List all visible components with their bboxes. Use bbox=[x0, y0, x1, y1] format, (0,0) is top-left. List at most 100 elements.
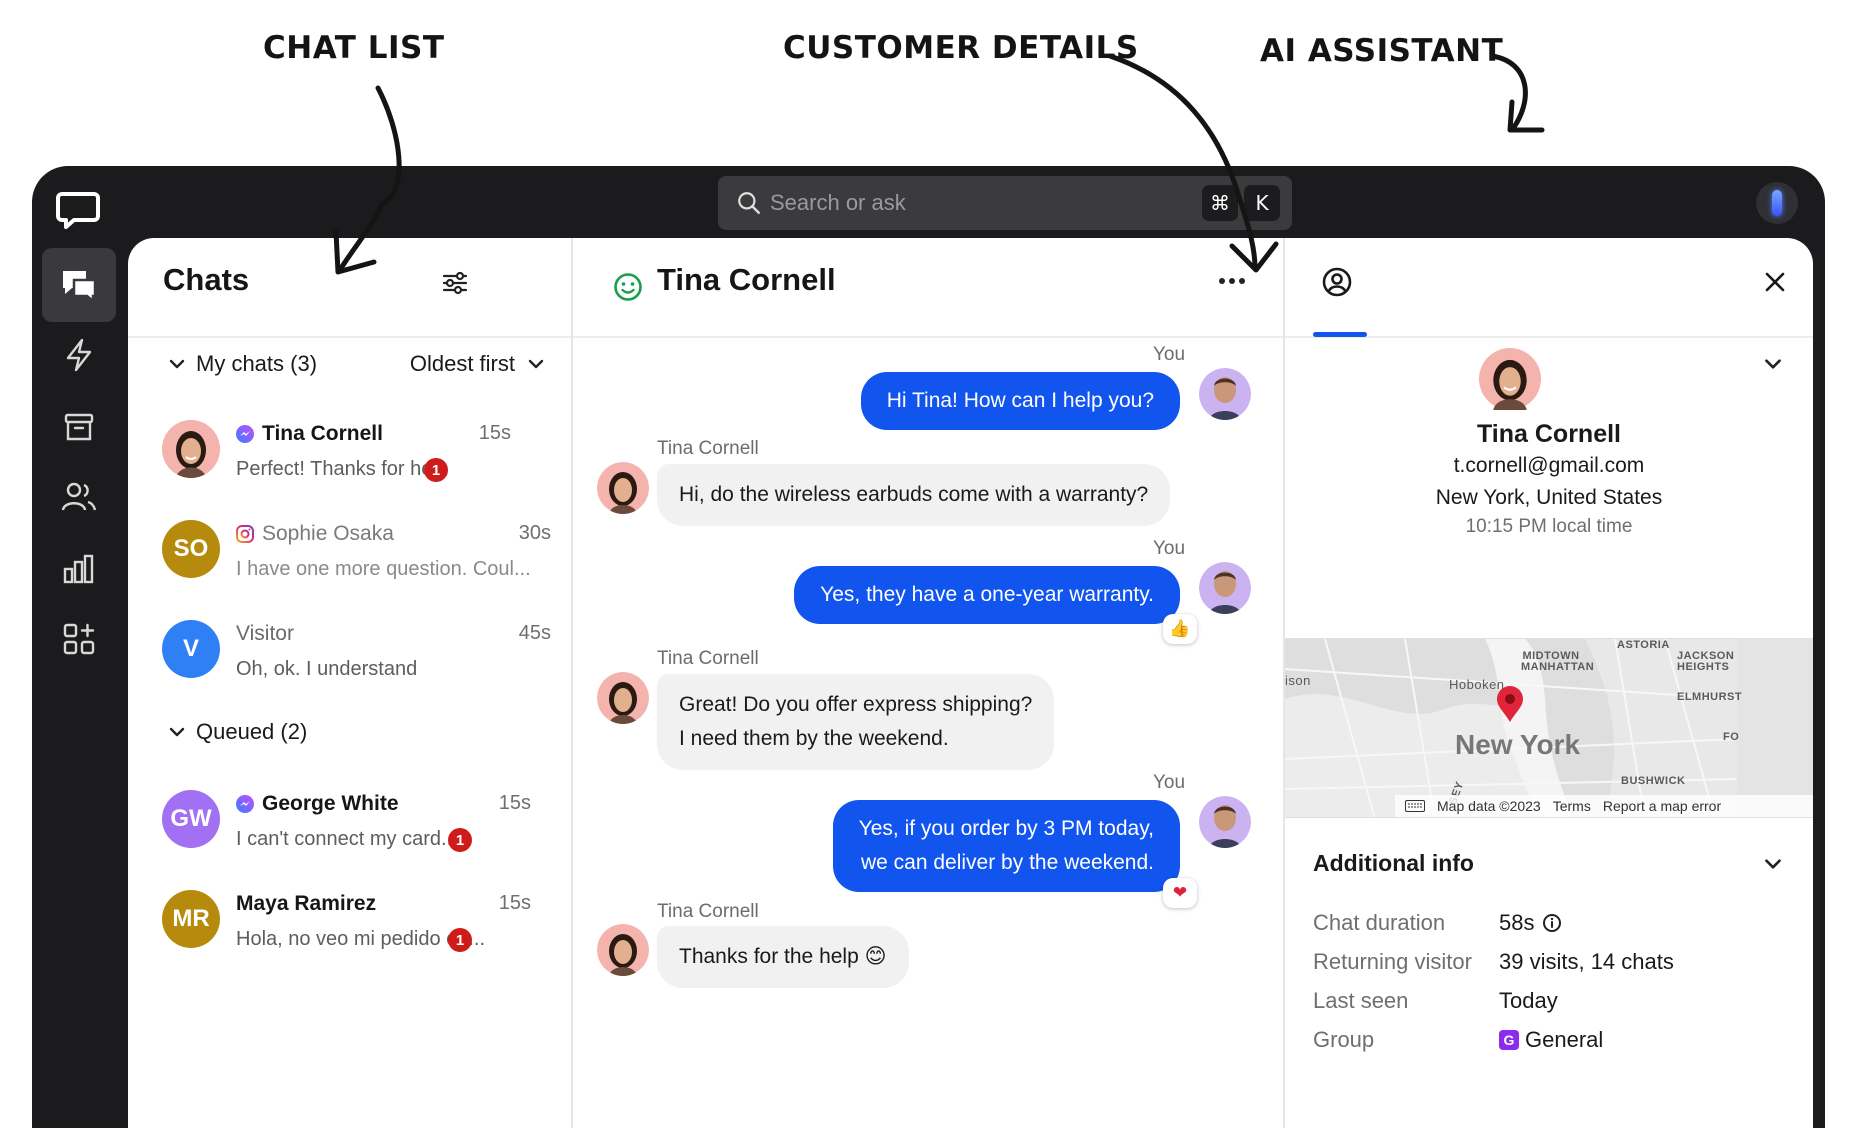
automations-bolt-icon bbox=[66, 338, 92, 372]
info-label: Last seen bbox=[1313, 988, 1409, 1013]
conversation-column: Tina Cornell You Hi Tina! How can I help… bbox=[573, 238, 1285, 1128]
info-row-last-seen: Last seen Today bbox=[1313, 988, 1783, 1022]
additional-info-title: Additional info bbox=[1313, 850, 1474, 876]
message-bubble-outgoing: Yes, if you order by 3 PM today, we can … bbox=[832, 800, 1180, 892]
sidebar-item-reports[interactable] bbox=[42, 532, 116, 606]
map-label: ison bbox=[1285, 673, 1311, 688]
info-value: 39 visits, 14 chats bbox=[1499, 949, 1674, 974]
map-city-label: New York bbox=[1455, 729, 1581, 760]
sidebar bbox=[32, 166, 128, 1128]
my-chats-label: My chats (3) bbox=[196, 351, 318, 376]
chat-item-name-text: George White bbox=[262, 792, 399, 815]
info-value: G General bbox=[1499, 1027, 1603, 1053]
map-pin-icon bbox=[1497, 686, 1523, 722]
close-icon[interactable] bbox=[1763, 270, 1787, 294]
customer-avatar bbox=[597, 672, 649, 724]
message-bubble-outgoing: Yes, they have a one-year warranty. bbox=[794, 566, 1180, 624]
smiley-status-icon bbox=[614, 273, 642, 301]
app-window: ⌘ K Chats bbox=[32, 166, 1825, 1128]
location-map[interactable]: ASTORIA MIDTOWN MANHATTAN JACKSON HEIGHT… bbox=[1285, 638, 1813, 818]
chat-item-name-text: Visitor bbox=[236, 622, 294, 645]
sidebar-item-apps[interactable] bbox=[42, 602, 116, 676]
customer-details-column: Tina Cornell t.cornell@gmail.com New Yor… bbox=[1285, 238, 1813, 1128]
woman-avatar-icon bbox=[162, 420, 220, 478]
chat-item-name: Tina Cornell bbox=[236, 422, 383, 446]
filter-sliders-icon[interactable] bbox=[440, 268, 470, 298]
message-author: Tina Cornell bbox=[657, 901, 759, 922]
sidebar-item-team[interactable] bbox=[42, 460, 116, 534]
customer-profile-tab-icon[interactable] bbox=[1321, 266, 1353, 298]
annotation-customer-details: CUSTOMER DETAILS bbox=[783, 30, 1139, 66]
search-icon bbox=[738, 192, 760, 214]
chevron-down-icon[interactable] bbox=[1761, 352, 1785, 376]
info-row-chat-duration: Chat duration 58s bbox=[1313, 910, 1783, 944]
search-input[interactable] bbox=[770, 190, 1196, 216]
map-report-link[interactable]: Report a map error bbox=[1603, 798, 1721, 814]
chat-list-item-sophie-osaka[interactable]: SO Sophie Osaka 30s I have one more ques… bbox=[162, 516, 551, 596]
sidebar-item-archive[interactable] bbox=[42, 390, 116, 464]
message-bubble-incoming: Hi, do the wireless earbuds come with a … bbox=[657, 464, 1171, 526]
logo-chat-icon[interactable] bbox=[56, 190, 100, 230]
chevron-down-icon[interactable] bbox=[1761, 852, 1785, 876]
chat-list-item-visitor[interactable]: V Visitor 45s Oh, ok. I understand bbox=[162, 616, 551, 696]
avatar: SO bbox=[162, 520, 220, 578]
chat-list-item-maya-ramirez[interactable]: MR Maya Ramirez 15s Hola, no veo mi pedi… bbox=[162, 886, 551, 966]
avatar: GW bbox=[162, 790, 220, 848]
sidebar-item-chats[interactable] bbox=[42, 248, 116, 322]
more-options-icon[interactable] bbox=[1217, 276, 1247, 286]
info-row-group: Group G General bbox=[1313, 1027, 1783, 1061]
avatar: MR bbox=[162, 890, 220, 948]
chat-item-name-text: Tina Cornell bbox=[262, 422, 383, 445]
info-row-returning-visitor: Returning visitor 39 visits, 14 chats bbox=[1313, 949, 1783, 983]
chats-icon bbox=[63, 271, 97, 302]
search-bar[interactable]: ⌘ K bbox=[718, 176, 1292, 230]
reaction-thumbs-up[interactable]: 👍 bbox=[1163, 614, 1197, 644]
info-value-text: General bbox=[1525, 1027, 1604, 1052]
my-chats-group-header[interactable]: My chats (3) Oldest first bbox=[166, 344, 547, 384]
main-panel: Chats My chats (3) Oldest first Tina Cor… bbox=[128, 238, 1813, 1128]
message-text: Hi Tina! How can I help you? bbox=[886, 389, 1154, 412]
customer-avatar bbox=[1479, 348, 1541, 410]
unread-badge: 1 bbox=[448, 828, 472, 852]
apps-icon bbox=[63, 623, 95, 655]
sidebar-item-automations[interactable] bbox=[42, 318, 116, 392]
map-label: ELMHURST bbox=[1677, 691, 1743, 703]
shortcut-key-cmd: ⌘ bbox=[1202, 185, 1238, 221]
group-letter-icon: G bbox=[1499, 1030, 1519, 1050]
agent-avatar bbox=[1199, 562, 1251, 614]
info-label: Chat duration bbox=[1313, 910, 1446, 935]
queued-group-header[interactable]: Queued (2) bbox=[166, 712, 547, 752]
info-icon[interactable] bbox=[1542, 913, 1562, 933]
reaction-heart[interactable]: ❤ bbox=[1163, 878, 1197, 908]
details-header bbox=[1285, 238, 1813, 338]
chat-list-column: Chats My chats (3) Oldest first Tina Cor… bbox=[128, 238, 573, 1128]
ai-assistant-button[interactable] bbox=[1756, 182, 1798, 224]
chat-item-time: 45s bbox=[518, 622, 551, 644]
info-value-text: 58s bbox=[1499, 910, 1535, 935]
agent-avatar bbox=[1199, 796, 1251, 848]
reports-icon bbox=[63, 554, 94, 584]
conversation-header: Tina Cornell bbox=[573, 238, 1283, 338]
message-bubble-incoming: Thanks for the help 😊 bbox=[657, 926, 909, 988]
customer-location: New York, United States bbox=[1435, 486, 1663, 509]
sort-dropdown[interactable]: Oldest first bbox=[410, 351, 547, 377]
chat-list-item-george-white[interactable]: GW George White 15s I can't connect my c… bbox=[162, 786, 551, 866]
chat-list-item-tina-cornell[interactable]: Tina Cornell 15s Perfect! Thanks for he.… bbox=[162, 416, 551, 496]
customer-email[interactable]: t.cornell@gmail.com bbox=[1285, 454, 1813, 478]
map-terms-link[interactable]: Terms bbox=[1553, 798, 1591, 814]
message-author: Tina Cornell bbox=[657, 438, 759, 459]
message-text: Thanks for the help 😊 bbox=[679, 945, 887, 968]
chevron-down-icon bbox=[169, 359, 185, 369]
customer-avatar bbox=[597, 924, 649, 976]
team-icon bbox=[61, 482, 97, 511]
message-bubble-outgoing: Hi Tina! How can I help you? bbox=[860, 372, 1180, 430]
avatar: V bbox=[162, 620, 220, 678]
queued-label: Queued (2) bbox=[196, 719, 308, 744]
map-label: JACKSON HEIGHTS bbox=[1677, 650, 1735, 673]
chat-list-title: Chats bbox=[163, 262, 250, 297]
keyboard-icon[interactable] bbox=[1405, 800, 1425, 812]
map-attribution: Map data ©2023 bbox=[1437, 798, 1541, 814]
annotation-ai-assistant: AI ASSISTANT bbox=[1260, 33, 1504, 69]
shortcut-key-k: K bbox=[1244, 185, 1280, 221]
unread-badge: 1 bbox=[424, 458, 448, 482]
